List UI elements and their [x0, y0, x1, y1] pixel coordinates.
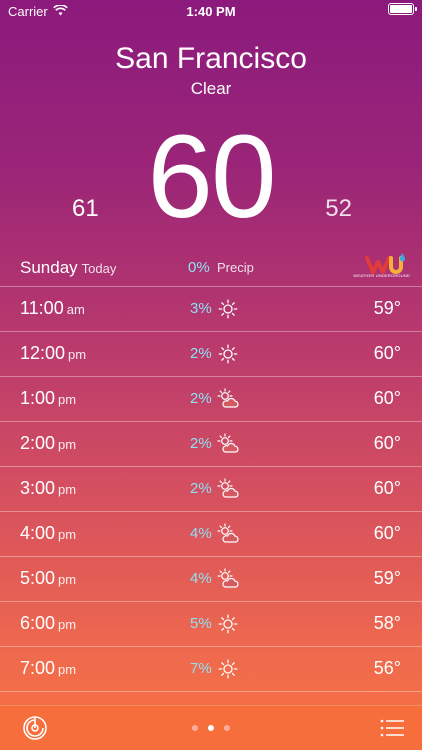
hour-time: 12:00 [20, 343, 66, 363]
hour-precip-percent: 2% [190, 435, 212, 452]
hour-temperature: 60° [373, 343, 401, 363]
hour-row: 2:00 pm 2% 60° [0, 422, 422, 467]
hourly-forecast-list: 11:00 am 3% 59° 12:00 pm 2% 60° 1:00 pm 2% 60° 2:00 p… [0, 287, 422, 692]
hour-time-group: 4:00 pm [20, 523, 76, 544]
sun-icon [217, 343, 239, 365]
hour-row: 5:00 pm 4% 59° [0, 557, 422, 602]
day-name: Sunday [20, 258, 78, 277]
hour-time-group: 12:00 pm [20, 343, 86, 364]
hour-precip-percent: 7% [190, 660, 212, 677]
partly-cloudy-icon [217, 433, 239, 455]
hour-temperature: 58° [373, 613, 401, 633]
page-indicator[interactable] [0, 725, 422, 731]
page-dot[interactable] [224, 725, 230, 731]
low-temperature: 52 [325, 195, 352, 222]
partly-cloudy-icon [217, 523, 239, 545]
current-temperature: 60 [147, 111, 276, 243]
hour-row: 7:00 pm 7% 56° [0, 647, 422, 692]
hour-temperature: 60° [373, 523, 401, 543]
menu-list-icon[interactable] [380, 718, 404, 738]
hour-time: 11:00 [20, 298, 64, 318]
current-condition: Clear [190, 79, 232, 98]
hour-temperature: 56° [373, 658, 401, 678]
page-dot[interactable] [208, 725, 214, 731]
partly-cloudy-icon [217, 388, 239, 410]
hour-ampm: pm [58, 482, 77, 497]
hour-temperature: 60° [373, 478, 401, 498]
hour-time-group: 5:00 pm [20, 568, 76, 589]
hour-temperature: 59° [373, 298, 401, 318]
hour-precip-percent: 4% [190, 570, 212, 587]
hour-ampm: pm [58, 572, 77, 587]
hour-ampm: pm [58, 392, 77, 407]
hour-ampm: am [66, 302, 85, 317]
hour-ampm: pm [58, 527, 77, 542]
hour-ampm: pm [58, 662, 77, 677]
day-precip-label: Precip [217, 260, 254, 275]
hour-time: 7:00 [20, 658, 56, 678]
day-precip-percent: 0% [188, 259, 210, 276]
hour-precip-percent: 5% [190, 615, 212, 632]
hour-ampm: pm [68, 347, 87, 362]
hour-time: 6:00 [20, 613, 56, 633]
hour-temperature: 60° [373, 388, 401, 408]
hour-temperature: 60° [373, 433, 401, 453]
hour-ampm: pm [58, 617, 77, 632]
battery-icon [388, 3, 417, 15]
hour-row: 11:00 am 3% 59° [0, 287, 422, 332]
partly-cloudy-icon [217, 478, 239, 500]
hour-row: 4:00 pm 4% 60° [0, 512, 422, 557]
hour-precip-percent: 2% [190, 480, 212, 497]
sun-icon [217, 298, 239, 320]
hour-time: 2:00 [20, 433, 56, 453]
high-temperature: 61 [72, 195, 99, 222]
hour-ampm: pm [58, 437, 77, 452]
hour-precip-percent: 4% [190, 525, 212, 542]
hour-time: 1:00 [20, 388, 56, 408]
hour-time-group: 6:00 pm [20, 613, 76, 634]
sun-icon [217, 658, 239, 680]
status-time: 1:40 PM [186, 4, 236, 19]
status-bar: Carrier 1:40 PM [0, 0, 422, 22]
hour-time-group: 2:00 pm [20, 433, 76, 454]
status-right [388, 3, 417, 15]
hour-precip-percent: 2% [190, 345, 212, 362]
hour-time-group: 7:00 pm [20, 658, 76, 679]
hour-time: 4:00 [20, 523, 56, 543]
hour-precip-percent: 3% [190, 300, 212, 317]
hour-time: 3:00 [20, 478, 56, 498]
day-summary-row: Sunday Today 0% Precip WEATHER UNDERGROUN… [0, 250, 422, 287]
hour-row: 1:00 pm 2% 60° [0, 377, 422, 422]
hour-temperature: 59° [373, 568, 401, 588]
hour-time-group: 1:00 pm [20, 388, 76, 409]
hour-row: 12:00 pm 2% 60° [0, 332, 422, 377]
bottom-toolbar [0, 705, 422, 750]
partly-cloudy-icon [217, 568, 239, 590]
page-dot[interactable] [192, 725, 198, 731]
hour-time: 5:00 [20, 568, 56, 588]
hour-row: 6:00 pm 5% 58° [0, 602, 422, 647]
sun-icon [217, 613, 239, 635]
hour-row: 3:00 pm 2% 60° [0, 467, 422, 512]
day-label: Today [81, 261, 117, 276]
city-name: San Francisco [115, 42, 307, 75]
hour-precip-percent: 2% [190, 390, 212, 407]
weather-underground-logo-text: WEATHER UNDERGROUND [353, 273, 410, 278]
day-name-group: Sunday Today [20, 258, 116, 278]
hour-time-group: 3:00 pm [20, 478, 76, 499]
hour-time-group: 11:00 am [20, 298, 85, 319]
